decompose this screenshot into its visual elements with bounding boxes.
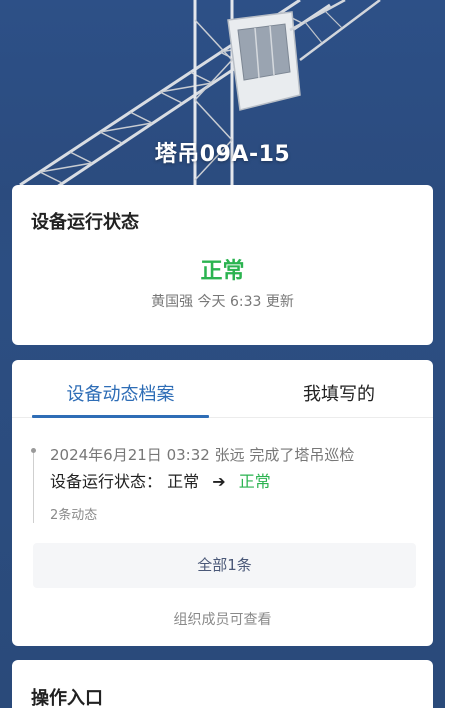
log-user: 张远 xyxy=(214,446,245,464)
log-tabs: 设备动态档案 我填写的 xyxy=(12,360,433,418)
status-update-info: 黄国强 今天 6:33 更新 xyxy=(12,291,433,311)
timeline-line xyxy=(33,451,34,523)
updated-time: 今天 6:33 xyxy=(197,294,262,310)
log-field-label: 设备运行状态： xyxy=(50,472,163,491)
log-entry-change: 设备运行状态： 正常 ➔ 正常 xyxy=(50,468,271,492)
updated-by: 黄国强 xyxy=(151,294,194,310)
timeline-dot-icon xyxy=(31,448,36,453)
tab-equipment-dynamics[interactable]: 设备动态档案 xyxy=(32,380,209,406)
active-tab-indicator xyxy=(32,415,209,418)
status-value: 正常 xyxy=(200,259,245,284)
log-timestamp: 2024年6月21日 03:32 xyxy=(50,446,210,464)
status-card-title: 设备运行状态 xyxy=(31,212,139,233)
log-old-value: 正常 xyxy=(167,472,200,491)
app-screen: 塔吊09A-15 设备运行状态 正常 黄国强 今天 6:33 更新 设备动态档案… xyxy=(0,0,445,708)
operations-card-title: 操作入口 xyxy=(31,688,103,708)
operations-card: 操作入口 xyxy=(12,660,433,708)
tab-my-entries[interactable]: 我填写的 xyxy=(264,380,414,406)
log-entry-header: 2024年6月21日 03:32 张远 完成了塔吊巡检 xyxy=(50,444,354,465)
equipment-title: 塔吊09A-15 xyxy=(154,142,291,167)
activity-log-card: 设备动态档案 我填写的 2024年6月21日 03:32 张远 完成了塔吊巡检 … xyxy=(12,360,433,646)
tower-crane-illustration xyxy=(0,0,445,200)
log-new-value: 正常 xyxy=(238,472,271,491)
log-action: 完成了塔吊巡检 xyxy=(249,446,355,464)
log-count: 2条动态 xyxy=(50,508,98,523)
equipment-hero-image: 塔吊09A-15 xyxy=(0,0,445,200)
right-edge xyxy=(445,0,452,708)
status-card: 设备运行状态 正常 黄国强 今天 6:33 更新 xyxy=(12,185,433,345)
updated-suffix: 更新 xyxy=(265,294,294,310)
visibility-note: 组织成员可查看 xyxy=(173,612,272,628)
arrow-right-icon: ➔ xyxy=(212,472,226,491)
view-all-button[interactable]: 全部1条 xyxy=(33,543,416,588)
